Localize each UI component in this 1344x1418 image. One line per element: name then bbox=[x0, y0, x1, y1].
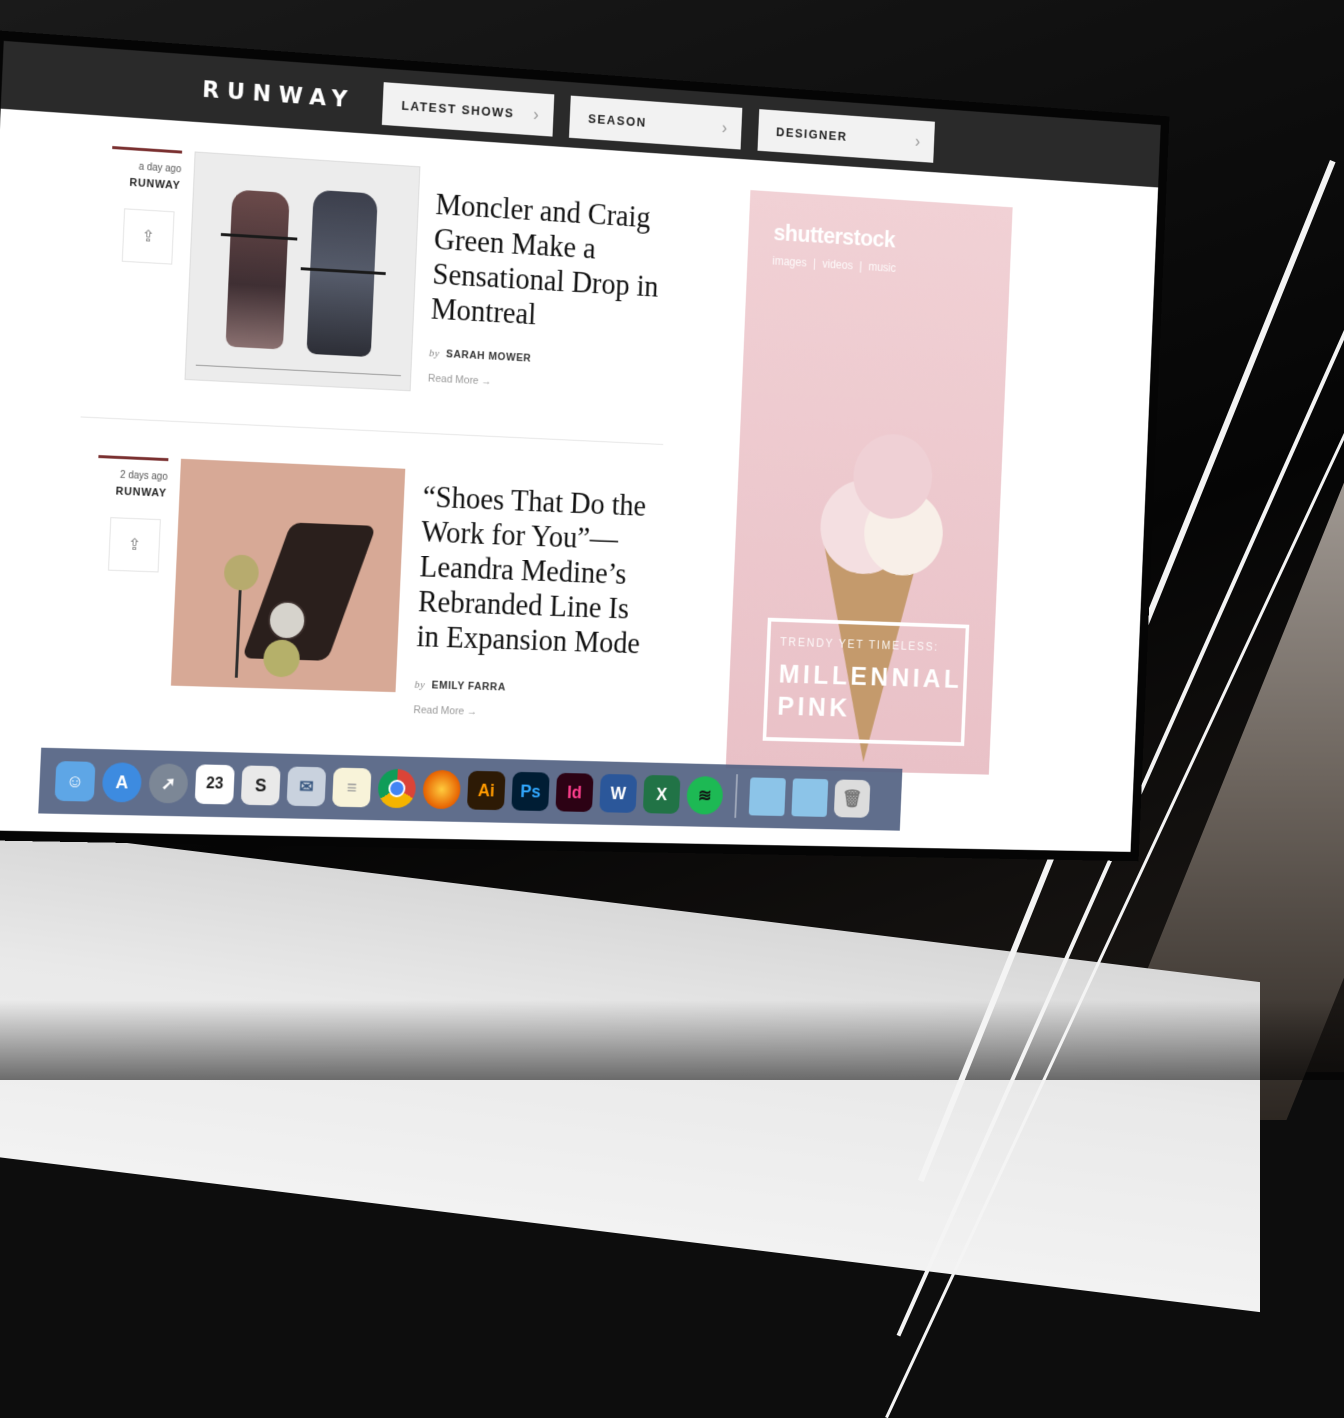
flower-head bbox=[223, 554, 259, 591]
excel-label: X bbox=[656, 784, 668, 804]
article-section[interactable]: RUNWAY bbox=[97, 485, 168, 500]
share-icon: ⇪ bbox=[141, 226, 155, 247]
s-app-letter: S bbox=[255, 775, 267, 796]
chevron-right-icon: › bbox=[915, 131, 921, 151]
byline-prefix: by bbox=[414, 679, 425, 691]
article-byline: by EMILY FARRA bbox=[414, 679, 506, 693]
chevron-right-icon: › bbox=[533, 104, 539, 125]
article-time: 2 days ago bbox=[97, 469, 167, 483]
finder-icon[interactable]: ☺ bbox=[55, 761, 96, 802]
app-store-icon[interactable]: A bbox=[102, 762, 143, 802]
fruit bbox=[263, 639, 301, 677]
advertisement-banner[interactable]: shutterstock images | videos | music TRE… bbox=[726, 190, 1013, 775]
chrome-icon[interactable] bbox=[377, 769, 416, 809]
illustrator-label: Ai bbox=[478, 780, 496, 801]
calendar-icon[interactable]: 23 bbox=[195, 764, 235, 804]
spotify-icon[interactable]: ≋ bbox=[686, 776, 723, 815]
author-name[interactable]: EMILY FARRA bbox=[431, 680, 506, 694]
article-card: a day ago RUNWAY ⇪ Moncler and Craig Gre… bbox=[0, 129, 715, 452]
illustrator-icon[interactable]: Ai bbox=[467, 771, 506, 810]
launchpad-icon[interactable]: ➚ bbox=[148, 763, 188, 803]
nav-label: LATEST SHOWS bbox=[401, 98, 514, 120]
read-more-link[interactable]: Read More → bbox=[428, 373, 492, 388]
article-byline: by SARAH MOWER bbox=[429, 348, 532, 365]
article-card: 2 days ago RUNWAY ⇪ “Shoes That Do the W… bbox=[0, 440, 703, 758]
ad-headline: MILLENNIAL PINK bbox=[777, 658, 972, 728]
dock-separator bbox=[734, 774, 738, 818]
read-more-link[interactable]: Read More → bbox=[413, 704, 477, 717]
downloads-folder-icon[interactable] bbox=[791, 778, 828, 817]
accent-rule bbox=[98, 455, 168, 461]
trash-icon[interactable]: 🗑 bbox=[834, 779, 871, 817]
nav-designer[interactable]: DESIGNER › bbox=[757, 109, 934, 163]
mail-stamp-icon[interactable]: ✉ bbox=[287, 766, 327, 806]
chevron-right-icon: › bbox=[721, 117, 727, 137]
ad-logo: shutterstock bbox=[773, 220, 896, 254]
nav-label: DESIGNER bbox=[776, 124, 848, 143]
article-thumbnail[interactable] bbox=[185, 151, 421, 391]
site-logo[interactable]: RUNWAY bbox=[202, 77, 356, 113]
browser-viewport: RUNWAY LATEST SHOWS › SEASON › DESIGNER … bbox=[0, 41, 1161, 852]
accent-rule bbox=[112, 146, 182, 154]
article-headline[interactable]: Moncler and Craig Green Make a Sensation… bbox=[430, 187, 674, 339]
indesign-icon[interactable]: Id bbox=[555, 773, 593, 812]
ad-tagline: images | videos | music bbox=[772, 254, 896, 275]
flower-stem bbox=[235, 584, 242, 677]
share-button[interactable]: ⇪ bbox=[122, 208, 175, 264]
photoshop-icon[interactable]: Ps bbox=[511, 772, 549, 811]
nav-season[interactable]: SEASON › bbox=[569, 96, 742, 150]
jacket-figure bbox=[226, 189, 290, 349]
word-icon[interactable]: W bbox=[599, 774, 637, 813]
excel-icon[interactable]: X bbox=[643, 775, 681, 814]
article-headline[interactable]: “Shoes That Do the Work for You”— Leandr… bbox=[416, 479, 653, 661]
shoe-object bbox=[242, 522, 377, 660]
nav-latest-shows[interactable]: LATEST SHOWS › bbox=[382, 82, 554, 136]
article-thumbnail[interactable] bbox=[171, 459, 405, 692]
calendar-day: 23 bbox=[206, 775, 224, 793]
share-button[interactable]: ⇪ bbox=[108, 517, 161, 572]
frame-line bbox=[196, 365, 401, 376]
nav-label: SEASON bbox=[588, 111, 647, 129]
article-time: a day ago bbox=[111, 160, 181, 175]
indesign-label: Id bbox=[567, 782, 582, 802]
desk-shadow bbox=[0, 1000, 1344, 1080]
author-name[interactable]: SARAH MOWER bbox=[446, 348, 532, 364]
article-section[interactable]: RUNWAY bbox=[110, 176, 180, 192]
chrome-center bbox=[388, 780, 406, 798]
s-app-icon[interactable]: S bbox=[241, 765, 281, 805]
photoshop-label: Ps bbox=[520, 781, 541, 802]
word-label: W bbox=[610, 783, 626, 803]
byline-prefix: by bbox=[429, 348, 440, 360]
share-icon: ⇪ bbox=[128, 535, 142, 555]
firefox-icon[interactable] bbox=[422, 770, 461, 810]
applications-folder-icon[interactable] bbox=[749, 777, 786, 816]
notes-icon[interactable]: ≡ bbox=[332, 768, 371, 808]
